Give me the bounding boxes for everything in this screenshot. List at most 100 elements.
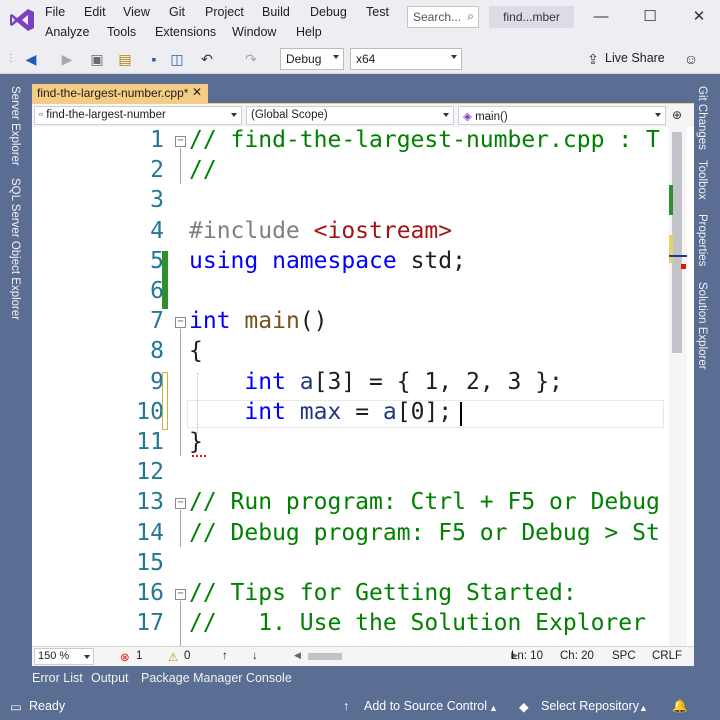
notifications-icon[interactable]: 🔔 bbox=[672, 699, 688, 714]
current-line-highlight bbox=[187, 399, 664, 428]
toolbox-tab[interactable]: Toolbox bbox=[696, 160, 708, 200]
minimize-button[interactable]: — bbox=[586, 6, 616, 28]
output-tab[interactable]: Output bbox=[91, 671, 129, 685]
line-number: 14 bbox=[136, 519, 164, 546]
search-icon: ⌕ bbox=[467, 9, 474, 23]
line-ending-indicator[interactable]: CRLF bbox=[652, 650, 682, 662]
title-bar: File Edit View Git Project Build Debug T… bbox=[0, 0, 720, 44]
menu-extensions[interactable]: Extensions bbox=[155, 25, 216, 39]
split-editor-icon[interactable]: ⊕ bbox=[672, 108, 682, 122]
collapse-icon[interactable]: − bbox=[175, 136, 186, 147]
menu-view[interactable]: View bbox=[123, 5, 150, 19]
code-line[interactable]: int a[3] = { 1, 2, 3 }; bbox=[189, 369, 563, 395]
unsaved-change-marker bbox=[162, 371, 168, 430]
code-editor[interactable]: 1 // find-the-largest-number.cpp : T 2 // 3 4… bbox=[32, 127, 694, 646]
code-line[interactable]: { bbox=[189, 338, 203, 364]
code-line[interactable]: // Run program: Ctrl + F5 or Debug bbox=[189, 489, 660, 515]
error-list-tab[interactable]: Error List bbox=[32, 671, 83, 685]
new-project-icon[interactable]: ▣ bbox=[88, 50, 106, 68]
feedback-icon[interactable]: ☺ bbox=[682, 50, 700, 68]
live-share-icon[interactable]: ⇪ bbox=[584, 50, 602, 68]
line-number: 4 bbox=[150, 217, 164, 244]
save-all-icon[interactable]: ◫ bbox=[168, 50, 186, 68]
search-input[interactable]: Search... ⌕ bbox=[407, 6, 479, 28]
navigate-forward-icon[interactable]: ▶ bbox=[58, 50, 76, 68]
code-line[interactable]: int main() bbox=[189, 308, 328, 334]
method-icon: ◈ bbox=[463, 111, 472, 123]
solution-name-badge[interactable]: find...mber bbox=[489, 6, 574, 28]
menu-git[interactable]: Git bbox=[169, 5, 185, 19]
code-line[interactable]: // Debug program: F5 or Debug > St bbox=[189, 520, 660, 546]
close-button[interactable]: ✕ bbox=[684, 6, 714, 28]
redo-icon[interactable]: ↷ bbox=[242, 50, 260, 68]
error-count[interactable]: 1 bbox=[136, 650, 142, 662]
horizontal-scroll-thumb[interactable] bbox=[308, 653, 342, 660]
solution-explorer-tab[interactable]: Solution Explorer bbox=[696, 282, 708, 370]
properties-tab[interactable]: Properties bbox=[696, 214, 708, 266]
scope-dropdown-value: (Global Scope) bbox=[251, 109, 328, 121]
solution-platform-select[interactable]: x64 bbox=[350, 48, 462, 70]
server-explorer-tab[interactable]: Server Explorer bbox=[9, 86, 21, 166]
status-bar: ▭ Ready ↑ Add to Source Control ▲ ◆ Sele… bbox=[0, 694, 720, 720]
select-repository-button[interactable]: Select Repository bbox=[541, 699, 639, 713]
char-position-indicator[interactable]: Ch: 20 bbox=[560, 650, 594, 662]
zoom-select[interactable]: 150 % bbox=[34, 648, 94, 665]
scope-dropdown[interactable]: (Global Scope) bbox=[246, 106, 454, 125]
code-line[interactable]: } bbox=[189, 429, 203, 455]
menu-edit[interactable]: Edit bbox=[84, 5, 106, 19]
collapse-icon[interactable]: − bbox=[175, 317, 186, 329]
visual-studio-logo-icon[interactable] bbox=[8, 6, 36, 34]
maximize-button[interactable]: ☐ bbox=[635, 6, 665, 28]
repository-icon: ◆ bbox=[519, 700, 529, 714]
add-to-source-control-button[interactable]: Add to Source Control bbox=[364, 699, 487, 713]
git-changes-tab[interactable]: Git Changes bbox=[696, 86, 708, 150]
scrollbar-change-marker bbox=[669, 185, 673, 215]
code-token: // Run program: Ctrl + F5 or Debug bbox=[189, 489, 660, 516]
scroll-left-icon[interactable]: ◀ bbox=[294, 650, 301, 661]
live-share-button[interactable]: Live Share bbox=[605, 51, 665, 65]
menu-test[interactable]: Test bbox=[366, 5, 389, 19]
chevron-down-icon bbox=[443, 113, 449, 117]
scrollbar-edit-marker bbox=[669, 235, 673, 263]
document-tab-active[interactable]: find-the-largest-number.cpp* ✕ bbox=[32, 84, 208, 103]
whitespace-indicator[interactable]: SPC bbox=[612, 650, 636, 662]
menu-tools[interactable]: Tools bbox=[107, 25, 136, 39]
menu-build[interactable]: Build bbox=[262, 5, 290, 19]
error-icon[interactable]: ⊗ bbox=[120, 650, 130, 664]
sql-server-object-explorer-tab[interactable]: SQL Server Object Explorer bbox=[9, 178, 21, 320]
collapse-icon[interactable]: − bbox=[175, 589, 186, 600]
navigation-bar: ▫ find-the-largest-number (Global Scope)… bbox=[32, 104, 694, 128]
scrollbar-thumb[interactable] bbox=[672, 132, 682, 353]
chevron-down-icon bbox=[333, 55, 339, 59]
menu-debug[interactable]: Debug bbox=[310, 5, 347, 19]
code-line[interactable]: // find-the-largest-number.cpp : T bbox=[189, 127, 660, 153]
menu-help[interactable]: Help bbox=[296, 25, 322, 39]
previous-issue-icon[interactable]: ↑ bbox=[222, 650, 228, 662]
code-line[interactable]: // 1. Use the Solution Explorer bbox=[189, 610, 646, 636]
toolbar-grip-icon: ⋮ bbox=[6, 53, 16, 64]
undo-icon[interactable]: ↶ bbox=[198, 50, 216, 68]
menu-window[interactable]: Window bbox=[232, 25, 276, 39]
horizontal-scrollbar[interactable]: ◀ ▶ bbox=[294, 649, 518, 663]
collapse-icon[interactable]: − bbox=[175, 498, 186, 510]
code-line[interactable]: // Tips for Getting Started: bbox=[189, 580, 577, 606]
menu-analyze[interactable]: Analyze bbox=[45, 25, 89, 39]
code-line[interactable]: #include <iostream> bbox=[189, 218, 452, 244]
warning-icon[interactable]: ⚠ bbox=[168, 650, 178, 664]
next-issue-icon[interactable]: ↓ bbox=[252, 650, 258, 662]
code-line[interactable]: using namespace std; bbox=[189, 248, 466, 274]
warning-count[interactable]: 0 bbox=[184, 650, 190, 662]
line-number: 6 bbox=[150, 278, 164, 304]
menu-project[interactable]: Project bbox=[205, 5, 244, 19]
menu-file[interactable]: File bbox=[45, 5, 65, 19]
open-folder-icon[interactable]: ▤ bbox=[116, 50, 134, 68]
code-line[interactable]: // bbox=[189, 157, 217, 183]
solution-config-select[interactable]: Debug bbox=[280, 48, 344, 70]
member-dropdown[interactable]: ◈ main() bbox=[458, 106, 666, 125]
navigate-back-icon[interactable]: ◀ bbox=[22, 50, 40, 68]
project-dropdown[interactable]: ▫ find-the-largest-number bbox=[34, 106, 242, 125]
save-icon[interactable]: ▪ bbox=[145, 50, 163, 68]
close-tab-icon[interactable]: ✕ bbox=[192, 85, 202, 99]
package-manager-console-tab[interactable]: Package Manager Console bbox=[141, 671, 292, 685]
line-number-indicator[interactable]: Ln: 10 bbox=[511, 650, 543, 662]
